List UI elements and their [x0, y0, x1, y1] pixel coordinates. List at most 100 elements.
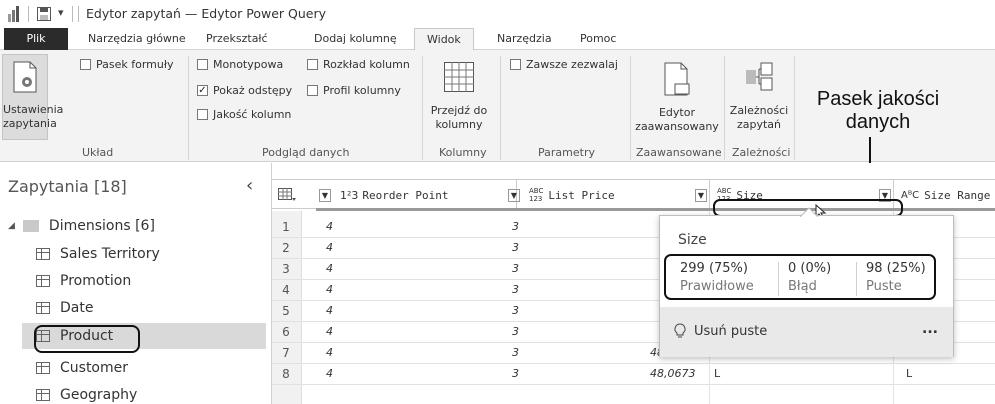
table-icon [36, 302, 50, 314]
cell-reorder[interactable]: 4 [326, 283, 333, 296]
formula-bar-label: Pasek formuły [96, 58, 174, 71]
col-size-range-header[interactable]: AᴮC Size Range [901, 181, 990, 209]
checkbox-box [197, 59, 208, 70]
column-profile-checkbox[interactable]: Profil kolumny [307, 84, 401, 97]
tab-home[interactable]: Narzędzia główne [88, 28, 186, 50]
cell-reorder[interactable]: 4 [326, 220, 333, 233]
cell-list[interactable]: 3 [512, 241, 519, 254]
group-label-advanced: Zaawansowane [636, 146, 722, 159]
save-icon[interactable] [37, 7, 51, 21]
cell-reorder[interactable]: 4 [326, 325, 333, 338]
cell-price[interactable]: 48,0673 [650, 367, 696, 380]
tab-tools[interactable]: Narzędzia [497, 28, 552, 50]
col-reorder-header[interactable]: 1²3 Reorder Point [340, 181, 449, 209]
popup-pointer-icon [800, 207, 818, 217]
query-settings-label: Ustawienia zapytania [3, 103, 64, 130]
query-item-sales-territory[interactable]: Sales Territory [22, 241, 266, 267]
formula-bar-checkbox[interactable]: Pasek formuły [80, 58, 174, 71]
text-type-icon: AᴮC [901, 189, 920, 201]
more-options-button[interactable]: ... [922, 321, 938, 337]
cell-list[interactable]: 3 [512, 220, 519, 233]
table-row[interactable]: 8 4 3 48,0673 L L [272, 364, 995, 385]
monospace-checkbox[interactable]: Monotypowa [197, 58, 283, 71]
row-number: 8 [282, 367, 290, 381]
tab-view[interactable]: Widok [414, 28, 474, 51]
checkbox-box-checked: ✓ [197, 84, 208, 96]
dropdown-icon: ▼ [508, 188, 520, 202]
group-label-dependencies: Zależności [732, 146, 791, 159]
advanced-editor-button[interactable]: Edytor zaawansowany [632, 56, 722, 140]
cell-reorder[interactable]: 4 [326, 262, 333, 275]
folder-dimensions[interactable]: ◢ Dimensions [6] [8, 213, 252, 239]
column-quality-checkbox[interactable]: Jakość kolumn [197, 108, 291, 121]
cell-list[interactable]: 3 [512, 283, 519, 296]
table-icon [36, 389, 50, 401]
table-icon [36, 362, 50, 374]
column-quality-label: Jakość kolumn [213, 108, 292, 121]
query-settings-button[interactable]: Ustawienia zapytania [2, 54, 64, 140]
title-bar: ▾ Edytor zapytań — Edytor Power Query [0, 0, 995, 28]
tab-file[interactable]: Plik [4, 28, 68, 50]
query-item-promotion[interactable]: Promotion [22, 268, 266, 294]
table-menu-icon[interactable] [278, 181, 296, 209]
go-to-column-icon [444, 62, 474, 92]
cell-reorder[interactable]: 4 [326, 304, 333, 317]
window-title: Edytor zapytań — Edytor Power Query [86, 6, 327, 21]
remove-empty-button[interactable]: Usuń puste [674, 323, 767, 339]
cell-list[interactable]: 3 [512, 367, 519, 380]
folder-icon [22, 220, 39, 232]
col-reorder-dropdown[interactable]: ▼ [319, 181, 331, 209]
query-dependencies-label: Zależności zapytań [729, 104, 789, 131]
dropdown-icon: ▼ [695, 188, 707, 202]
advanced-editor-label: Edytor zaawansowany [635, 106, 719, 133]
tab-transform[interactable]: Przekształć [206, 28, 268, 50]
cell-list[interactable]: 3 [512, 346, 519, 359]
query-settings-icon [13, 61, 37, 93]
column-distribution-label: Rozkład kolumn [323, 58, 410, 71]
row-number: 1 [282, 220, 290, 234]
cell-list[interactable]: 3 [512, 304, 519, 317]
cell-list[interactable]: 3 [512, 325, 519, 338]
tab-help[interactable]: Pomoc [580, 28, 616, 50]
col-list-price-header[interactable]: ABC 123 List Price [529, 181, 615, 209]
checkbox-box [510, 59, 521, 70]
query-dependencies-icon [746, 62, 773, 91]
popup-footer: Usuń puste ... [660, 307, 953, 357]
show-whitespace-checkbox[interactable]: ✓ Pokaż odstępy [197, 84, 292, 97]
column-name: Size Range [924, 188, 991, 202]
collapse-panel-icon[interactable]: ‹ [246, 175, 253, 196]
col-size-dropdown-left[interactable]: ▼ [695, 181, 707, 209]
column-quality-popup: Size 299 (75%) Prawidłowe 0 (0%) Błąd 98… [659, 207, 954, 357]
error-value: 0 (0%) [788, 261, 832, 276]
group-label-parameters: Parametry [538, 146, 595, 159]
cell-size-range[interactable]: L [906, 367, 912, 380]
tab-add-column[interactable]: Dodaj kolumnę [314, 28, 397, 50]
column-distribution-checkbox[interactable]: Rozkład kolumn [307, 58, 410, 71]
col-list-dropdown[interactable]: ▼ [508, 181, 520, 209]
cell-size[interactable]: L [714, 367, 720, 380]
cell-reorder[interactable]: 4 [326, 346, 333, 359]
column-name: Reorder Point [362, 188, 449, 202]
always-allow-checkbox[interactable]: Zawsze zezwalaj [510, 58, 618, 71]
cell-reorder[interactable]: 4 [326, 241, 333, 254]
empty-label: Puste [866, 279, 902, 294]
checkbox-box [197, 109, 208, 120]
query-label: Customer [60, 360, 129, 376]
table-icon [36, 275, 50, 287]
cell-list[interactable]: 3 [512, 262, 519, 275]
query-item-geography[interactable]: Geography [22, 382, 266, 404]
query-label: Sales Territory [60, 246, 160, 262]
quick-access-dropdown-icon[interactable]: ▾ [58, 6, 64, 19]
any-type-icon: ABC 123 [529, 187, 544, 203]
folder-label: Dimensions [6] [48, 218, 155, 234]
group-label-preview: Podgląd danych [262, 146, 350, 159]
cell-reorder[interactable]: 4 [326, 367, 333, 380]
popup-title: Size [678, 232, 707, 248]
query-dependencies-button[interactable]: Zależności zapytań [726, 56, 792, 140]
query-item-customer[interactable]: Customer [22, 355, 266, 381]
row-number: 6 [282, 325, 290, 339]
checkbox-box [80, 59, 91, 70]
query-item-date[interactable]: Date [22, 295, 266, 321]
go-to-column-button[interactable]: Przejdź do kolumny [426, 56, 492, 140]
lightbulb-icon [674, 323, 686, 338]
